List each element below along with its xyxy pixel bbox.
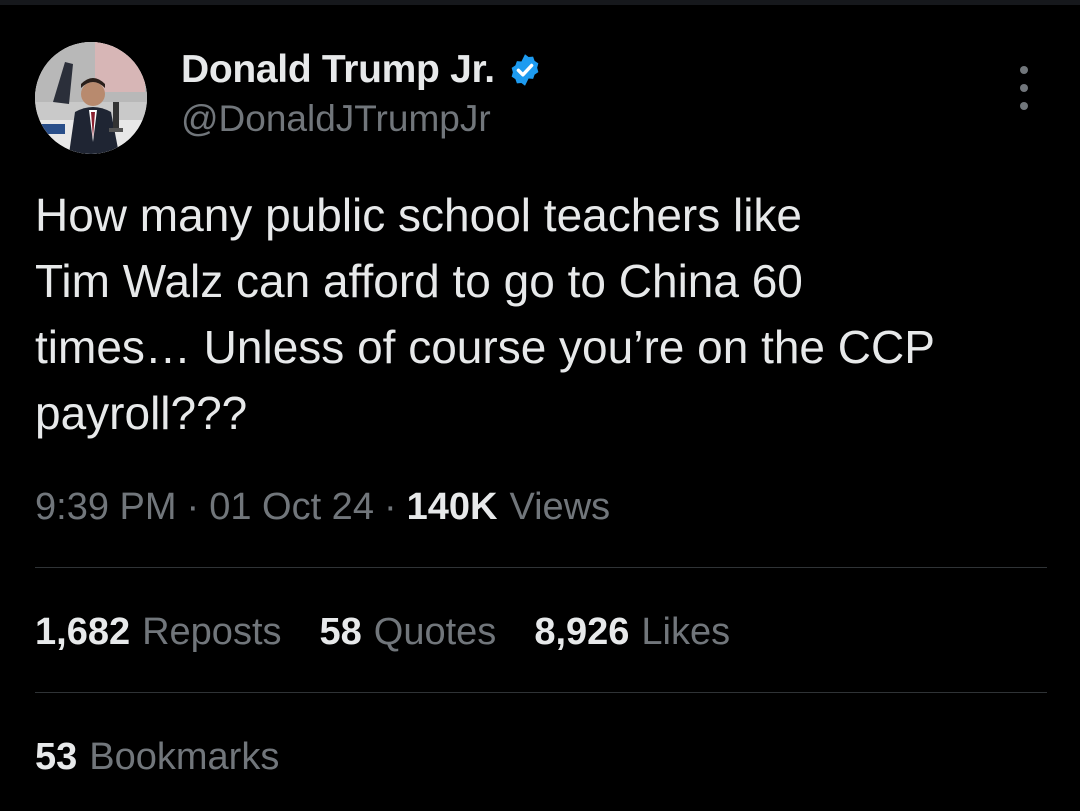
more-dot-icon — [1020, 66, 1028, 74]
likes-label: Likes — [641, 611, 731, 653]
reposts-stat[interactable]: 1,682 Reposts — [35, 611, 282, 654]
tweet-text-line: times… Unless of course you’re on the CC… — [35, 321, 935, 373]
more-options-button[interactable] — [1006, 66, 1042, 110]
author-name-row[interactable]: Donald Trump Jr. — [181, 44, 543, 96]
divider — [35, 567, 1047, 568]
more-dot-icon — [1020, 84, 1028, 92]
avatar-image — [35, 42, 147, 154]
tweet-text-line: Tim Walz can afford to go to China 60 — [35, 255, 803, 307]
views-count[interactable]: 140K — [407, 486, 498, 529]
quotes-stat[interactable]: 58 Quotes — [320, 611, 497, 654]
top-edge — [0, 0, 1080, 5]
verified-badge-icon[interactable] — [507, 52, 543, 88]
bookmarks-count: 53 — [35, 736, 78, 778]
bookmarks-label: Bookmarks — [89, 736, 280, 778]
tweet-text-line: How many public school teachers like — [35, 189, 803, 241]
views-label[interactable]: Views — [509, 486, 610, 529]
meta-separator: · — [186, 486, 200, 528]
tweet-text-line: payroll??? — [35, 387, 248, 439]
meta-separator: · — [383, 486, 397, 528]
reposts-count: 1,682 — [35, 611, 131, 653]
divider — [35, 692, 1047, 693]
tweet-time[interactable]: 9:39 PM — [35, 486, 177, 529]
quotes-count: 58 — [319, 611, 362, 653]
tweet-text: How many public school teachers like Tim… — [35, 182, 1045, 446]
avatar[interactable] — [35, 42, 147, 154]
more-dot-icon — [1020, 102, 1028, 110]
quotes-label: Quotes — [373, 611, 497, 653]
bookmarks-stat[interactable]: 53 Bookmarks — [35, 736, 279, 779]
reposts-label: Reposts — [142, 611, 282, 653]
engagement-stats: 1,682 Reposts 58 Quotes 8,926 Likes — [35, 611, 768, 654]
author-handle[interactable]: @DonaldJTrumpJr — [181, 98, 491, 140]
likes-count: 8,926 — [534, 611, 630, 653]
likes-stat[interactable]: 8,926 Likes — [534, 611, 730, 654]
tweet-date[interactable]: 01 Oct 24 — [209, 486, 374, 529]
author-display-name[interactable]: Donald Trump Jr. — [181, 48, 495, 92]
tweet-meta: 9:39 PM · 01 Oct 24 · 140K Views — [35, 486, 610, 529]
